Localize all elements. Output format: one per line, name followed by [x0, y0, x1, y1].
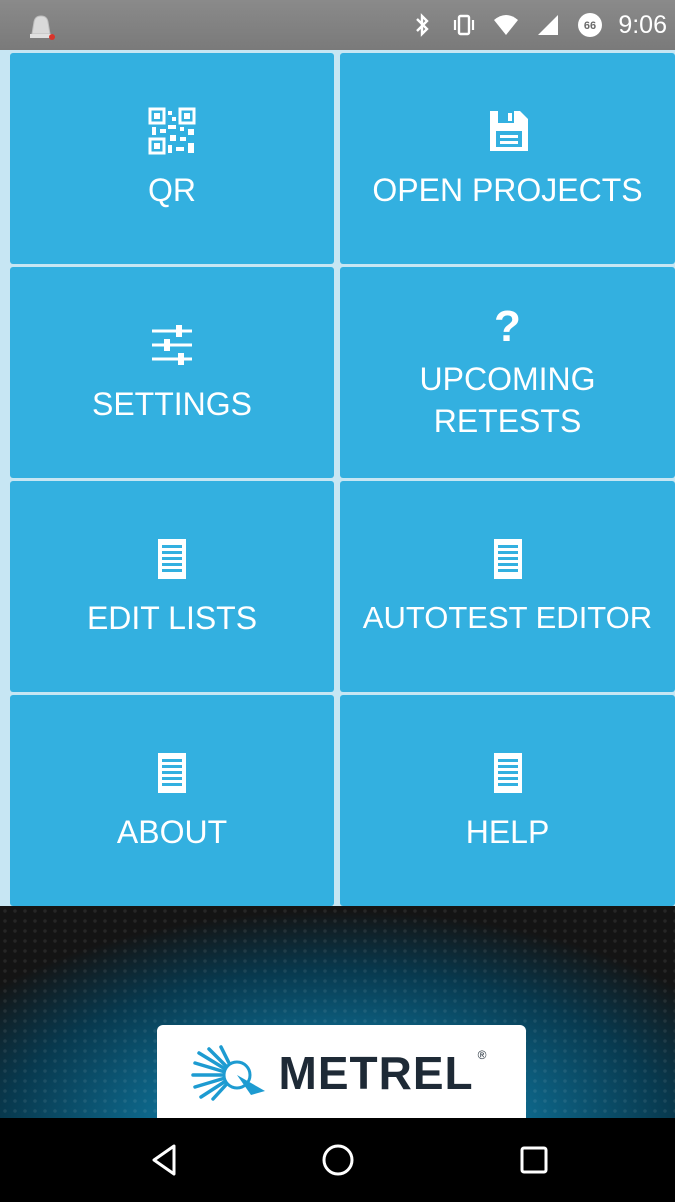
notification-bell-icon — [30, 15, 55, 40]
sliders-icon — [152, 324, 192, 365]
recents-icon[interactable] — [514, 1140, 554, 1180]
qr-code-icon — [148, 107, 196, 154]
status-bar: 66 9:06 — [0, 0, 675, 50]
about-tile[interactable]: ABOUT — [10, 695, 334, 906]
metrel-logo: METREL ® — [157, 1025, 526, 1118]
document-icon — [158, 752, 186, 793]
about-label: ABOUT — [116, 813, 228, 850]
home-icon[interactable] — [318, 1140, 358, 1180]
open-projects-label: OPEN PROJECTS — [372, 171, 643, 208]
vibrate-icon — [454, 14, 475, 36]
help-label: HELP — [465, 813, 550, 850]
settings-tile[interactable]: SETTINGS — [10, 267, 334, 478]
registered-mark: ® — [477, 1048, 487, 1062]
help-tile[interactable]: HELP — [340, 695, 675, 906]
question-icon: ? — [494, 301, 521, 351]
settings-label: SETTINGS — [91, 385, 252, 422]
autotest-editor-tile[interactable]: AUTOTEST EDITOR — [340, 481, 675, 692]
metrel-burst-icon — [190, 1045, 265, 1101]
back-icon[interactable] — [146, 1140, 186, 1180]
cell-signal-icon — [538, 15, 559, 35]
qr-tile[interactable]: QR — [10, 53, 334, 264]
status-icons: 66 9:06 — [408, 0, 667, 50]
open-projects-tile[interactable]: OPEN PROJECTS — [340, 53, 675, 264]
navigation-bar — [0, 1118, 675, 1202]
document-icon — [493, 538, 522, 579]
brand-banner: METREL ® — [0, 906, 675, 1118]
autotest-editor-label: AUTOTEST EDITOR — [362, 599, 653, 635]
qr-label: QR — [148, 171, 196, 208]
edit-lists-label: EDIT LISTS — [86, 599, 258, 636]
upcoming-retests-tile[interactable]: ? UPCOMING RETESTS — [340, 267, 675, 478]
save-icon — [489, 110, 528, 151]
edit-lists-tile[interactable]: EDIT LISTS — [10, 481, 334, 692]
document-icon — [158, 538, 186, 579]
upcoming-retests-label: UPCOMING RETESTS — [419, 360, 596, 439]
main-menu-grid: QR OPEN PROJECTS SETTINGS ? UPCOMING RET… — [0, 50, 675, 906]
status-time: 9:06 — [618, 10, 667, 39]
logo-text: METREL — [278, 1047, 474, 1099]
battery-level: 66 — [584, 20, 596, 32]
document-icon — [493, 752, 522, 793]
bluetooth-icon — [416, 13, 430, 37]
wifi-icon — [494, 15, 519, 35]
battery-66-icon: 66 — [578, 13, 603, 37]
